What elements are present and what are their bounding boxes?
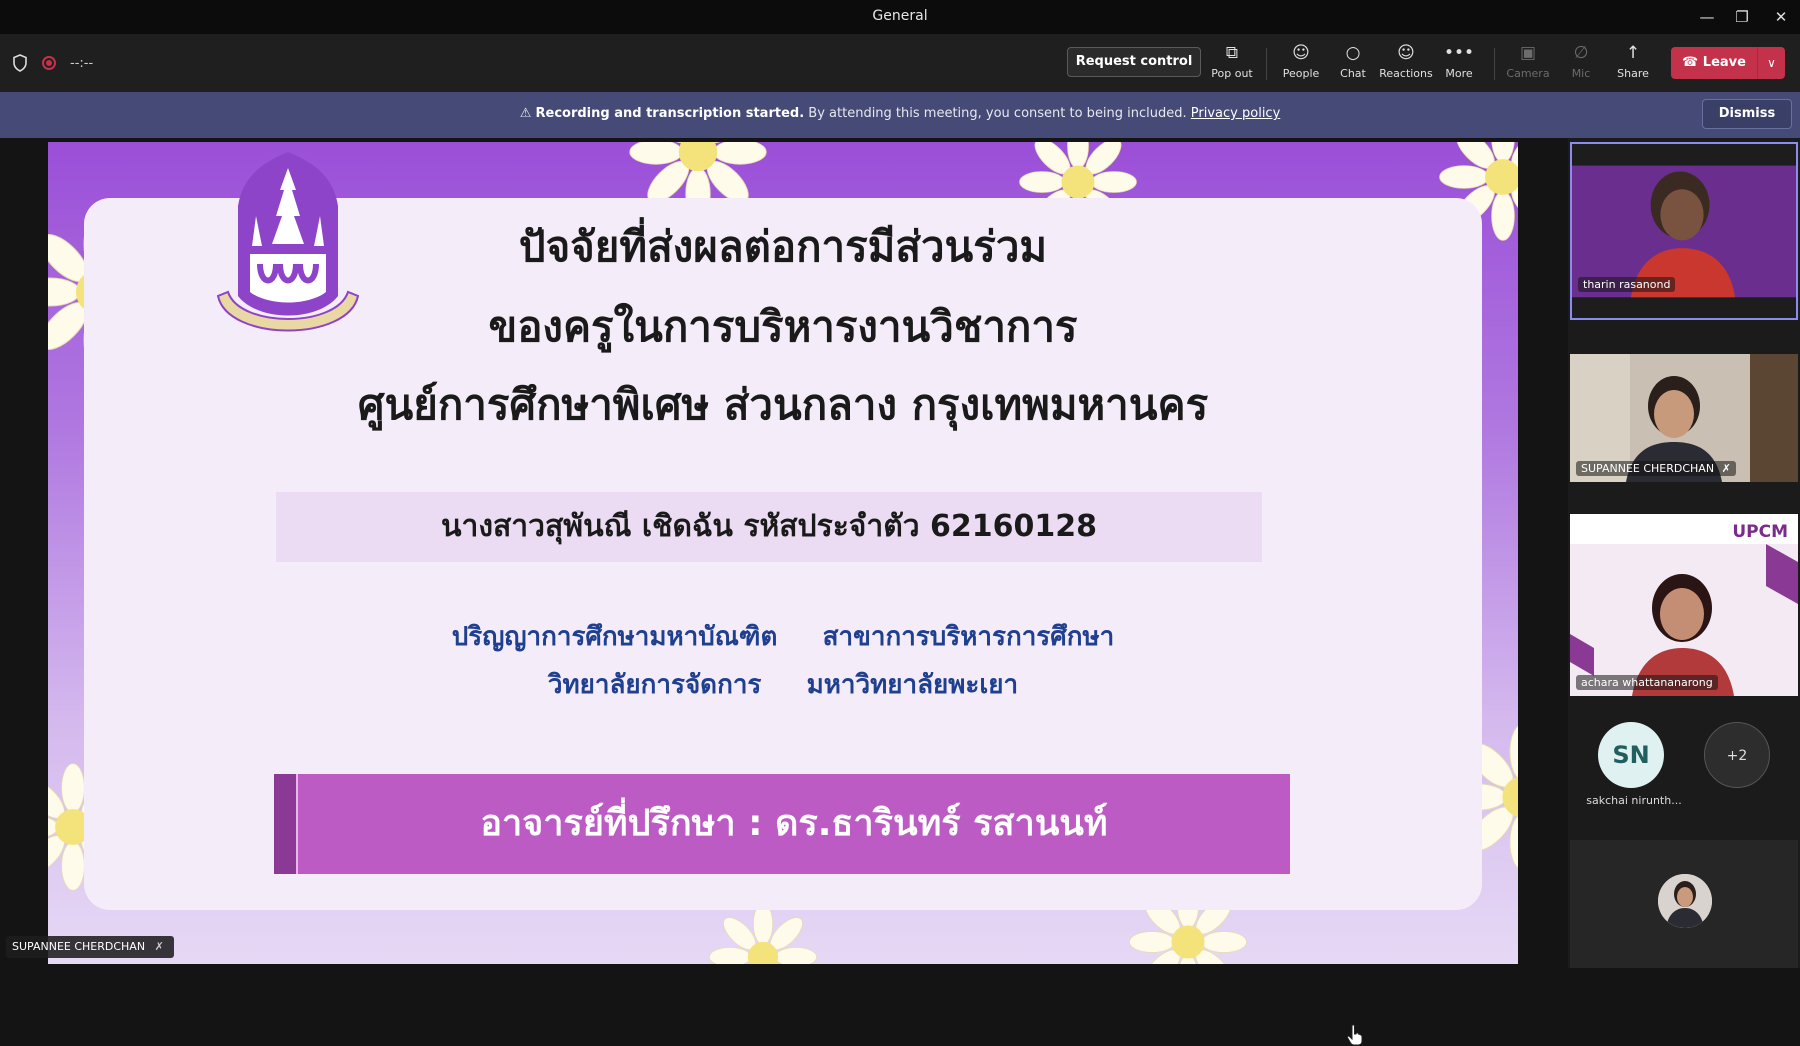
share-icon: ↑ (1605, 42, 1661, 64)
banner-bold-text: Recording and transcription started. (536, 106, 805, 121)
more-label: More (1431, 67, 1487, 80)
camera-label: Camera (1500, 67, 1556, 80)
hand-cursor-icon (1346, 1024, 1364, 1046)
self-avatar-image (1658, 874, 1712, 928)
title-bar: General — ❐ ✕ (0, 0, 1800, 34)
flower-decoration (708, 902, 818, 964)
share-label: Share (1605, 67, 1661, 80)
degree-line-1: ปริญญาการศึกษามหาบัณฑิต สาขาการบริหารการ… (48, 616, 1518, 657)
chat-button[interactable]: ○ Chat (1325, 42, 1381, 86)
participant-video (1572, 144, 1796, 319)
participant-name: tharin rasanond (1578, 277, 1675, 292)
leave-button[interactable]: ☎ Leave ∨ (1671, 47, 1785, 79)
mic-muted-icon: ✗ (1722, 462, 1731, 475)
pop-out-label: Pop out (1204, 67, 1260, 80)
restore-icon[interactable]: ❐ (1727, 6, 1757, 28)
participant-name: achara whattananarong (1576, 675, 1718, 690)
phone-hangup-icon: ☎ (1682, 55, 1698, 70)
reactions-label: Reactions (1378, 67, 1434, 80)
chat-label: Chat (1325, 67, 1381, 80)
reactions-icon: ☺ (1378, 42, 1434, 64)
participant-name: sakchai nirunth... (1574, 794, 1694, 807)
dismiss-button[interactable]: Dismiss (1702, 99, 1792, 129)
presentation-slide: ปัจจัยที่ส่งผลต่อการมีส่วนร่วม ของครูในก… (48, 142, 1518, 964)
degree-line-2: วิทยาลัยการจัดการ มหาวิทยาลัยพะเยา (48, 664, 1518, 705)
share-button[interactable]: ↑ Share (1605, 42, 1661, 86)
upcm-logo: UPCM (1732, 522, 1788, 542)
advisor-bar-edge (274, 774, 298, 874)
student-name-box: นางสาวสุพันณี เชิดฉัน รหัสประจำตัว 62160… (276, 492, 1262, 562)
more-button[interactable]: ••• More (1431, 42, 1487, 86)
pop-out-icon: ⧉ (1204, 42, 1260, 64)
advisor-text: อาจารย์ที่ปรึกษา : ดร.ธารินทร์ รสานนท์ (298, 774, 1290, 874)
people-label: People (1273, 67, 1329, 80)
self-avatar (1658, 874, 1712, 928)
slide-title-line-2: ของครูในการบริหารงานวิชาการ (48, 294, 1296, 360)
meeting-timer: --:-- (70, 56, 93, 71)
participant-tile-tharin[interactable]: tharin rasanond (1570, 142, 1798, 320)
mic-button[interactable]: ∅ Mic (1553, 42, 1609, 86)
recording-icon (42, 56, 56, 70)
leave-label[interactable]: ☎ Leave (1671, 47, 1757, 79)
advisor-bar: อาจารย์ที่ปรึกษา : ดร.ธารินทร์ รสานนท์ (274, 774, 1290, 874)
shared-screen: ปัจจัยที่ส่งผลต่อการมีส่วนร่วม ของครูในก… (0, 138, 1560, 968)
people-button[interactable]: ☺ People (1273, 42, 1329, 86)
participant-tile-achara[interactable]: UPCM achara whattananarong (1570, 514, 1798, 696)
shield-icon[interactable] (12, 54, 28, 72)
presenter-name: SUPANNEE CHERDCHAN (12, 940, 145, 953)
avatar-sn[interactable]: SN (1598, 722, 1664, 788)
meeting-toolbar: --:-- Request control ⧉ Pop out ☺ People… (0, 34, 1800, 92)
participant-rail: tharin rasanond SUPANNEE CHERDCHAN ✗ UPC… (1568, 138, 1800, 968)
request-control-button[interactable]: Request control (1067, 47, 1201, 77)
leave-text: Leave (1703, 55, 1746, 70)
minimize-icon[interactable]: — (1692, 6, 1722, 28)
privacy-policy-link[interactable]: Privacy policy (1191, 106, 1280, 121)
warning-icon: ⚠ (520, 106, 532, 121)
slide-title-line-3: ศูนย์การศึกษาพิเศษ ส่วนกลาง กรุงเทพมหานค… (48, 372, 1518, 438)
self-view-tile[interactable] (1570, 840, 1798, 968)
camera-off-icon: ▣ (1500, 42, 1556, 64)
slide-title-line-1: ปัจจัยที่ส่งผลต่อการมีส่วนร่วม (48, 214, 1296, 280)
camera-button[interactable]: ▣ Camera (1500, 42, 1556, 86)
people-icon: ☺ (1273, 42, 1329, 64)
chat-icon: ○ (1325, 42, 1381, 64)
mic-label: Mic (1553, 67, 1609, 80)
pop-out-button[interactable]: ⧉ Pop out (1204, 42, 1260, 86)
more-participants-button[interactable]: +2 (1704, 722, 1770, 788)
presenter-name-tag: SUPANNEE CHERDCHAN ✗ (6, 936, 174, 958)
participant-name: SUPANNEE CHERDCHAN (1581, 462, 1714, 475)
reactions-button[interactable]: ☺ Reactions (1378, 42, 1434, 86)
window-title: General (0, 8, 1800, 24)
participant-tile-supannee[interactable]: SUPANNEE CHERDCHAN ✗ (1570, 354, 1798, 482)
close-icon[interactable]: ✕ (1766, 6, 1796, 28)
mic-muted-icon: ✗ (155, 940, 164, 953)
banner-text: By attending this meeting, you consent t… (808, 106, 1186, 121)
mic-off-icon: ∅ (1553, 42, 1609, 64)
more-icon: ••• (1431, 42, 1487, 64)
chevron-down-icon[interactable]: ∨ (1757, 47, 1785, 79)
recording-banner: ⚠ Recording and transcription started. B… (0, 92, 1800, 138)
